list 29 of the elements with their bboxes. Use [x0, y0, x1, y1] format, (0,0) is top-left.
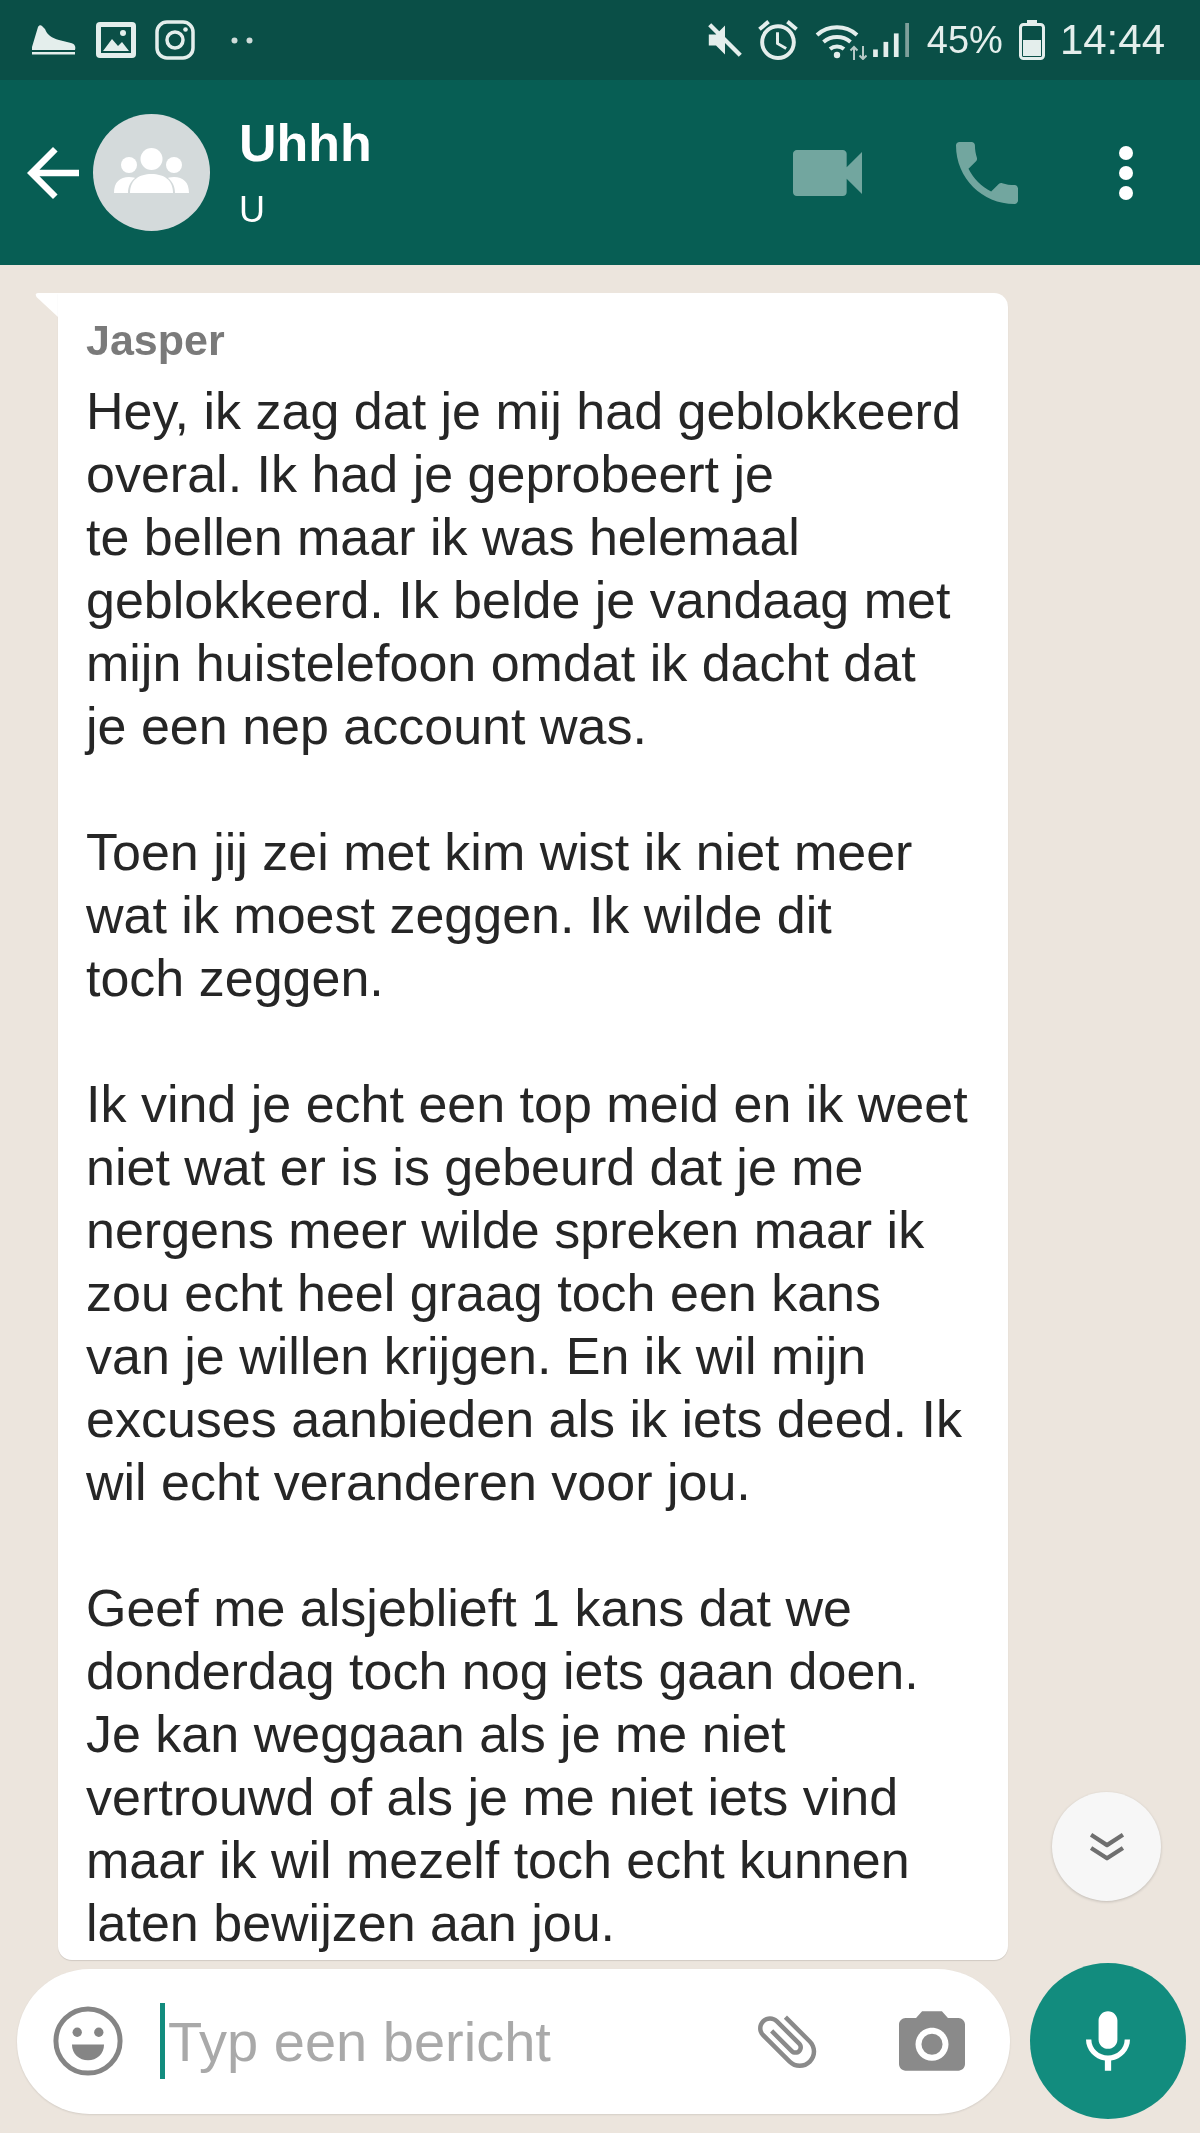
message-paragraph: Geef me alsjeblieft 1 kans dat we donderdag toch nog iets gaan doen. Je kan weggaan als je me niet vertrouwd of als je me niet iets vind maar ik wil mezelf toch echt kunnen laten bewijzen aan jou. — [86, 1578, 920, 1954]
back-arrow-icon[interactable] — [27, 146, 79, 199]
text-cursor-icon — [160, 2003, 165, 2079]
sneaker-icon — [31, 25, 77, 55]
microphone-icon — [1086, 2011, 1130, 2071]
message-paragraph: Toen jij zei met kim wist ik niet meer wat ik moest zeggen. Ik wilde dit toch zeggen. — [86, 822, 914, 1009]
message-paragraph: Ik vind je echt een top meid en ik weet niet wat er is is gebeurd dat je me nergens meer wilde spreken maar ik zou echt heel graag toch een kans van je willen krijgen. En ik wil mijn excuses aanbieden als ik iets deed. Ik wil echt veranderen voor jou. — [86, 1074, 969, 1513]
clock-time: 14:44 — [1059, 16, 1165, 64]
video-camera-icon[interactable] — [793, 149, 862, 196]
dots-icon — [231, 36, 253, 44]
alarm-clock-icon — [757, 20, 798, 60]
message-field[interactable]: Typ een bericht — [168, 2003, 734, 2079]
chat-subtitle: U — [239, 188, 265, 232]
group-avatar-icon[interactable] — [93, 114, 210, 231]
battery-percentage: 45% — [926, 18, 1003, 63]
phone-icon[interactable] — [956, 141, 1018, 204]
image-icon — [96, 22, 136, 58]
more-options-icon[interactable] — [1118, 144, 1134, 201]
chat-title: Uhhh — [239, 113, 372, 173]
signal-bars-icon — [872, 23, 911, 57]
muted-speaker-icon — [706, 22, 743, 58]
message-paragraph: Hey, ik zag dat je mij had geblokkeerd overal. Ik had je geprobeert je te bellen maar ik was helemaal geblokkeerd. Ik belde je vandaag met mijn huistelefoon omdat ik dacht dat je een nep account was. — [86, 381, 962, 757]
message-input-bar[interactable]: Typ een bericht — [17, 1968, 1010, 2114]
battery-icon — [1018, 20, 1045, 60]
camera-icon[interactable] — [899, 2011, 965, 2071]
double-chevron-down-icon — [1087, 1831, 1126, 1862]
smiley-icon[interactable] — [53, 2006, 123, 2076]
rounded-camera-icon — [155, 20, 195, 60]
sender-name: Jasper — [86, 315, 226, 365]
